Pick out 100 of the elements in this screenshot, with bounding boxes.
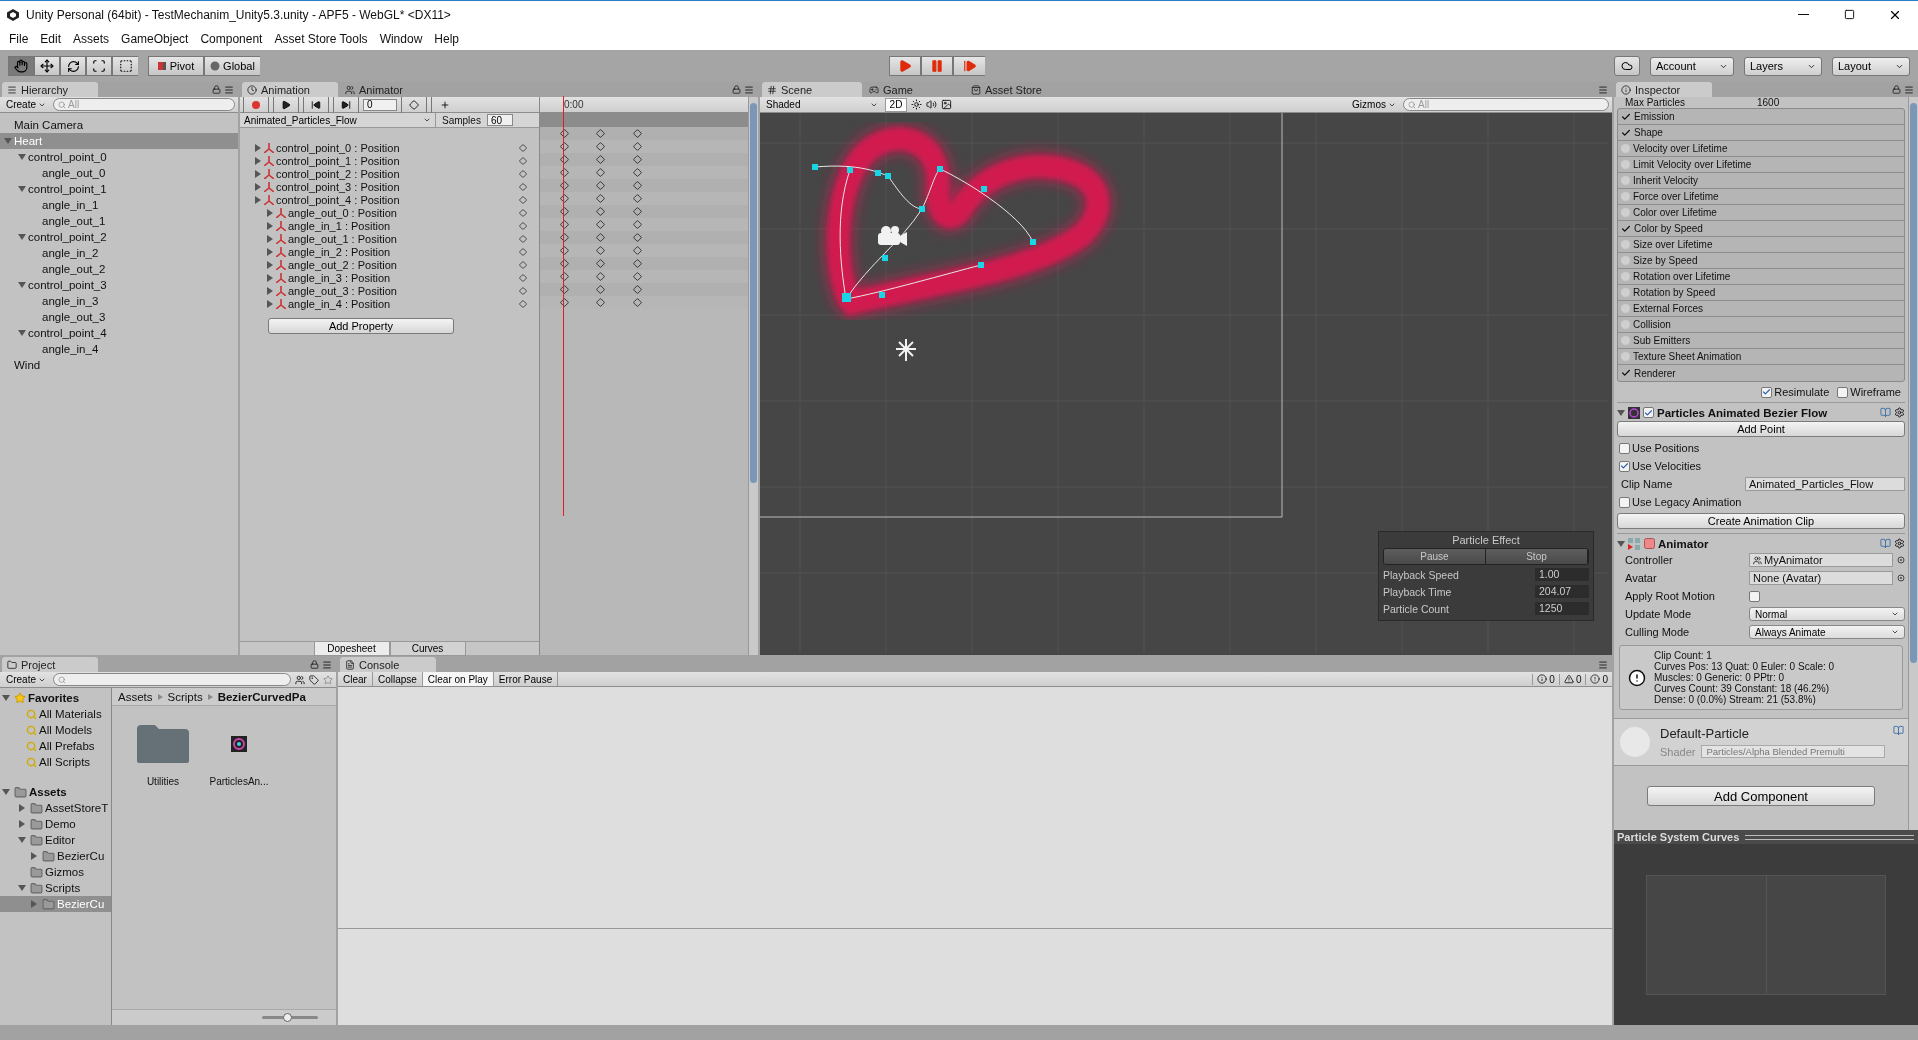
module-name[interactable]: Emission [1634,111,1675,122]
property-row[interactable]: angle_out_3 : Position [240,284,539,297]
frame-field[interactable]: 0 [363,98,397,111]
check-icon[interactable] [1621,111,1631,122]
checkbox[interactable] [1643,407,1654,418]
check-icon[interactable] [1621,368,1631,378]
object-field[interactable]: MyAnimator [1749,553,1893,567]
value-field[interactable]: 204.07 [1535,585,1589,598]
menu-icon[interactable] [1598,659,1608,670]
pause-button[interactable] [921,56,953,76]
foldout-arrow-icon[interactable] [18,233,26,241]
2d-toggle[interactable]: 2D [885,97,907,112]
breadcrumb-link[interactable]: BezierCurvedPa [217,690,306,703]
pivot-button[interactable]: Pivot [148,56,204,76]
clip-name-field[interactable]: Animated_Particles_Flow [1745,477,1905,491]
shading-dropdown[interactable]: Shaded [763,97,881,112]
toggle-circle[interactable] [1621,160,1630,169]
property-row[interactable]: control_point_1 : Position [240,154,539,167]
hierarchy-item[interactable]: control_point_2 [0,229,238,245]
property-row[interactable]: angle_in_3 : Position [240,271,539,284]
module-name[interactable]: Shape [1634,127,1663,138]
shader-dropdown[interactable]: Particles/Alpha Blended Premulti [1701,745,1885,758]
foldout-arrow-icon[interactable] [2,788,10,796]
panel-tab[interactable]: Game [864,82,964,97]
speaker-icon[interactable] [926,99,937,110]
layout-dropdown[interactable]: Layout [1832,56,1910,76]
foldout-arrow-icon[interactable] [1617,408,1625,417]
property-row[interactable]: angle_in_2 : Position [240,245,539,258]
folder-item[interactable]: BezierCu [0,848,111,864]
add-property-button[interactable]: Add Property [268,318,454,334]
effect-button[interactable]: Stop [1486,549,1588,564]
console-toggle[interactable]: Clear [338,672,373,686]
foldout-arrow-icon[interactable] [2,694,10,702]
property-row[interactable]: angle_out_1 : Position [240,232,539,245]
hierarchy-item[interactable]: Wind [0,357,238,373]
menu-icon[interactable] [224,84,234,95]
target-icon[interactable] [1897,556,1905,564]
menu-icon[interactable] [1904,84,1914,95]
account-dropdown[interactable]: Account [1650,56,1734,76]
view-tab[interactable]: Curves [389,642,466,656]
panel-tab[interactable]: Animation [242,82,338,97]
checkbox[interactable] [1761,386,1773,398]
menu-icon[interactable] [744,84,754,95]
check-icon[interactable] [1621,223,1631,234]
foldout-arrow-icon[interactable] [18,884,26,892]
favorite-item[interactable]: All Materials [0,706,111,722]
favorite-item[interactable]: All Models [0,722,111,738]
module-name[interactable]: Color over Lifetime [1633,207,1717,218]
hierarchy-item[interactable]: angle_in_2 [0,245,238,261]
console-toggle[interactable]: Error Pause [493,672,559,686]
lock-icon[interactable] [212,85,221,94]
module-name[interactable]: Renderer [1634,367,1676,379]
toggle-circle[interactable] [1621,304,1630,313]
lock-icon[interactable] [310,660,319,669]
hierarchy-item[interactable]: control_point_4 [0,325,238,341]
menu-item[interactable]: Asset Store Tools [269,32,373,46]
target-icon[interactable] [1897,574,1905,582]
tag-icon[interactable] [309,674,319,685]
slider-thumb[interactable] [283,1013,293,1022]
breadcrumb-link[interactable]: Assets [118,690,153,703]
property-row[interactable]: angle_out_2 : Position [240,258,539,271]
console-toggle[interactable]: Collapse [372,672,423,686]
hierarchy-item[interactable]: angle_out_0 [0,165,238,181]
hierarchy-item[interactable]: angle_in_3 [0,293,238,309]
property-row[interactable]: angle_in_1 : Position [240,219,539,232]
foldout-arrow-icon[interactable] [18,836,26,844]
add-component-button[interactable]: Add Component [1647,786,1875,806]
check-icon[interactable] [1621,127,1631,138]
hierarchy-item[interactable]: control_point_3 [0,277,238,293]
dropdown[interactable]: Always Animate [1749,625,1905,639]
lock-icon[interactable] [732,85,741,94]
add-point-button[interactable]: Add Point [1617,421,1905,437]
view-tab[interactable]: Dopesheet [313,642,390,656]
effect-button[interactable]: Pause [1384,549,1486,564]
gizmos-dropdown[interactable]: Gizmos [1349,97,1399,112]
folder-item[interactable]: Demo [0,816,111,832]
panel-tab[interactable]: Project [2,657,98,672]
file-name[interactable]: ParticlesAn... [209,776,269,787]
menu-item[interactable]: File [4,32,34,46]
foldout-arrow-icon[interactable] [18,153,26,161]
toggle-circle[interactable] [1621,272,1630,281]
settings-icon[interactable] [1894,538,1905,549]
module-name[interactable]: Inherit Velocity [1633,175,1699,186]
search-field[interactable] [53,673,291,686]
samples-field[interactable]: 60 [486,114,513,126]
message-count[interactable]: 0 [1558,673,1586,685]
checkbox[interactable] [1619,460,1630,472]
dropdown[interactable]: Normal [1749,607,1905,621]
scrollbar[interactable] [748,97,758,655]
create-dropdown[interactable]: Create [3,672,49,687]
panel-tab[interactable]: Console [340,657,436,672]
toggle-circle[interactable] [1621,336,1630,345]
zoom-slider[interactable] [262,1016,318,1019]
menu-item[interactable]: Window [374,32,428,46]
property-row[interactable]: angle_out_0 : Position [240,206,539,219]
property-row[interactable]: control_point_0 : Position [240,141,539,154]
toggle-circle[interactable] [1621,352,1630,361]
console-toggle[interactable]: Clear on Play [422,672,494,686]
checkbox[interactable] [1837,386,1849,398]
folder-item[interactable]: Gizmos [0,864,111,880]
